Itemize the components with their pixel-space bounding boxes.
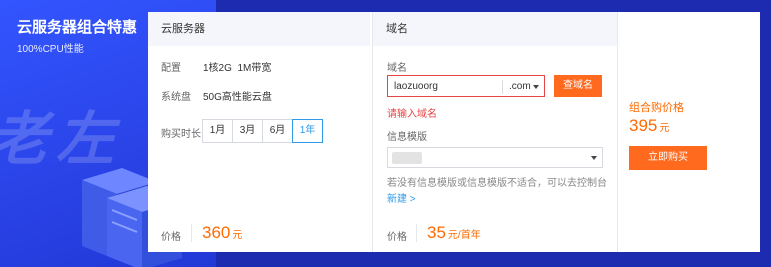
server-price: 360 元 — [202, 223, 242, 243]
duration-selector: 1月 3月 6月 1年 — [202, 119, 323, 143]
server-column-header: 云服务器 — [148, 12, 370, 46]
duration-option-3m[interactable]: 3月 — [232, 119, 263, 143]
template-hint-text: 若没有信息模版或信息模版不适合，可以去控制台 — [387, 178, 607, 189]
domain-price-unit: 元/首年 — [447, 230, 481, 241]
promo-title: 云服务器组合特惠 — [17, 19, 138, 36]
price-separator — [416, 224, 417, 242]
combo-price-value: 395 — [629, 116, 658, 135]
template-hint: 若没有信息模版或信息模版不适合，可以去控制台 新建 > — [387, 176, 607, 208]
disk-value: 50G高性能云盘 — [203, 92, 272, 103]
input-separator — [502, 80, 503, 94]
domain-column-header: 域名 — [373, 12, 617, 46]
disk-label: 系统盘 — [161, 92, 191, 103]
domain-input[interactable]: laozuoorg .com — [387, 75, 545, 97]
domain-error-text: 请输入域名 — [387, 109, 437, 120]
template-blurred-value — [392, 152, 422, 164]
template-label: 信息模版 — [387, 132, 427, 143]
server-price-unit: 元 — [232, 230, 243, 241]
server-price-value: 360 — [202, 223, 231, 242]
duration-label: 购买时长 — [161, 129, 201, 140]
chevron-down-icon — [533, 85, 539, 89]
query-domain-button[interactable]: 查域名 — [554, 75, 602, 97]
buy-now-button[interactable]: 立即购买 — [629, 146, 707, 170]
promo-subtitle: 100%CPU性能 — [17, 44, 84, 55]
domain-input-value: laozuoorg — [394, 81, 438, 92]
domain-price: 35 元/首年 — [427, 223, 481, 243]
config-label: 配置 — [161, 63, 181, 74]
right-border — [760, 0, 771, 267]
template-select[interactable] — [387, 147, 603, 168]
duration-option-6m[interactable]: 6月 — [262, 119, 293, 143]
domain-label: 域名 — [387, 63, 407, 74]
combo-price: 395 元 — [629, 116, 669, 136]
column-divider — [617, 12, 618, 252]
create-template-link[interactable]: 新建 > — [387, 194, 416, 205]
price-separator — [191, 224, 192, 242]
chevron-down-icon — [591, 156, 597, 160]
duration-option-1m[interactable]: 1月 — [202, 119, 233, 143]
config-value: 1核2G 1M带宽 — [203, 63, 272, 74]
purchase-card: 云服务器 域名 配置 1核2G 1M带宽 系统盘 50G高性能云盘 购买时长 1… — [148, 12, 760, 252]
combo-price-unit: 元 — [659, 123, 670, 134]
combo-price-label: 组合购价格 — [629, 102, 684, 114]
server-price-label: 价格 — [161, 232, 181, 243]
column-divider — [372, 12, 373, 252]
duration-option-1y[interactable]: 1年 — [292, 119, 323, 143]
domain-price-label: 价格 — [387, 232, 407, 243]
domain-price-value: 35 — [427, 223, 446, 242]
domain-suffix-select[interactable]: .com — [509, 81, 531, 92]
